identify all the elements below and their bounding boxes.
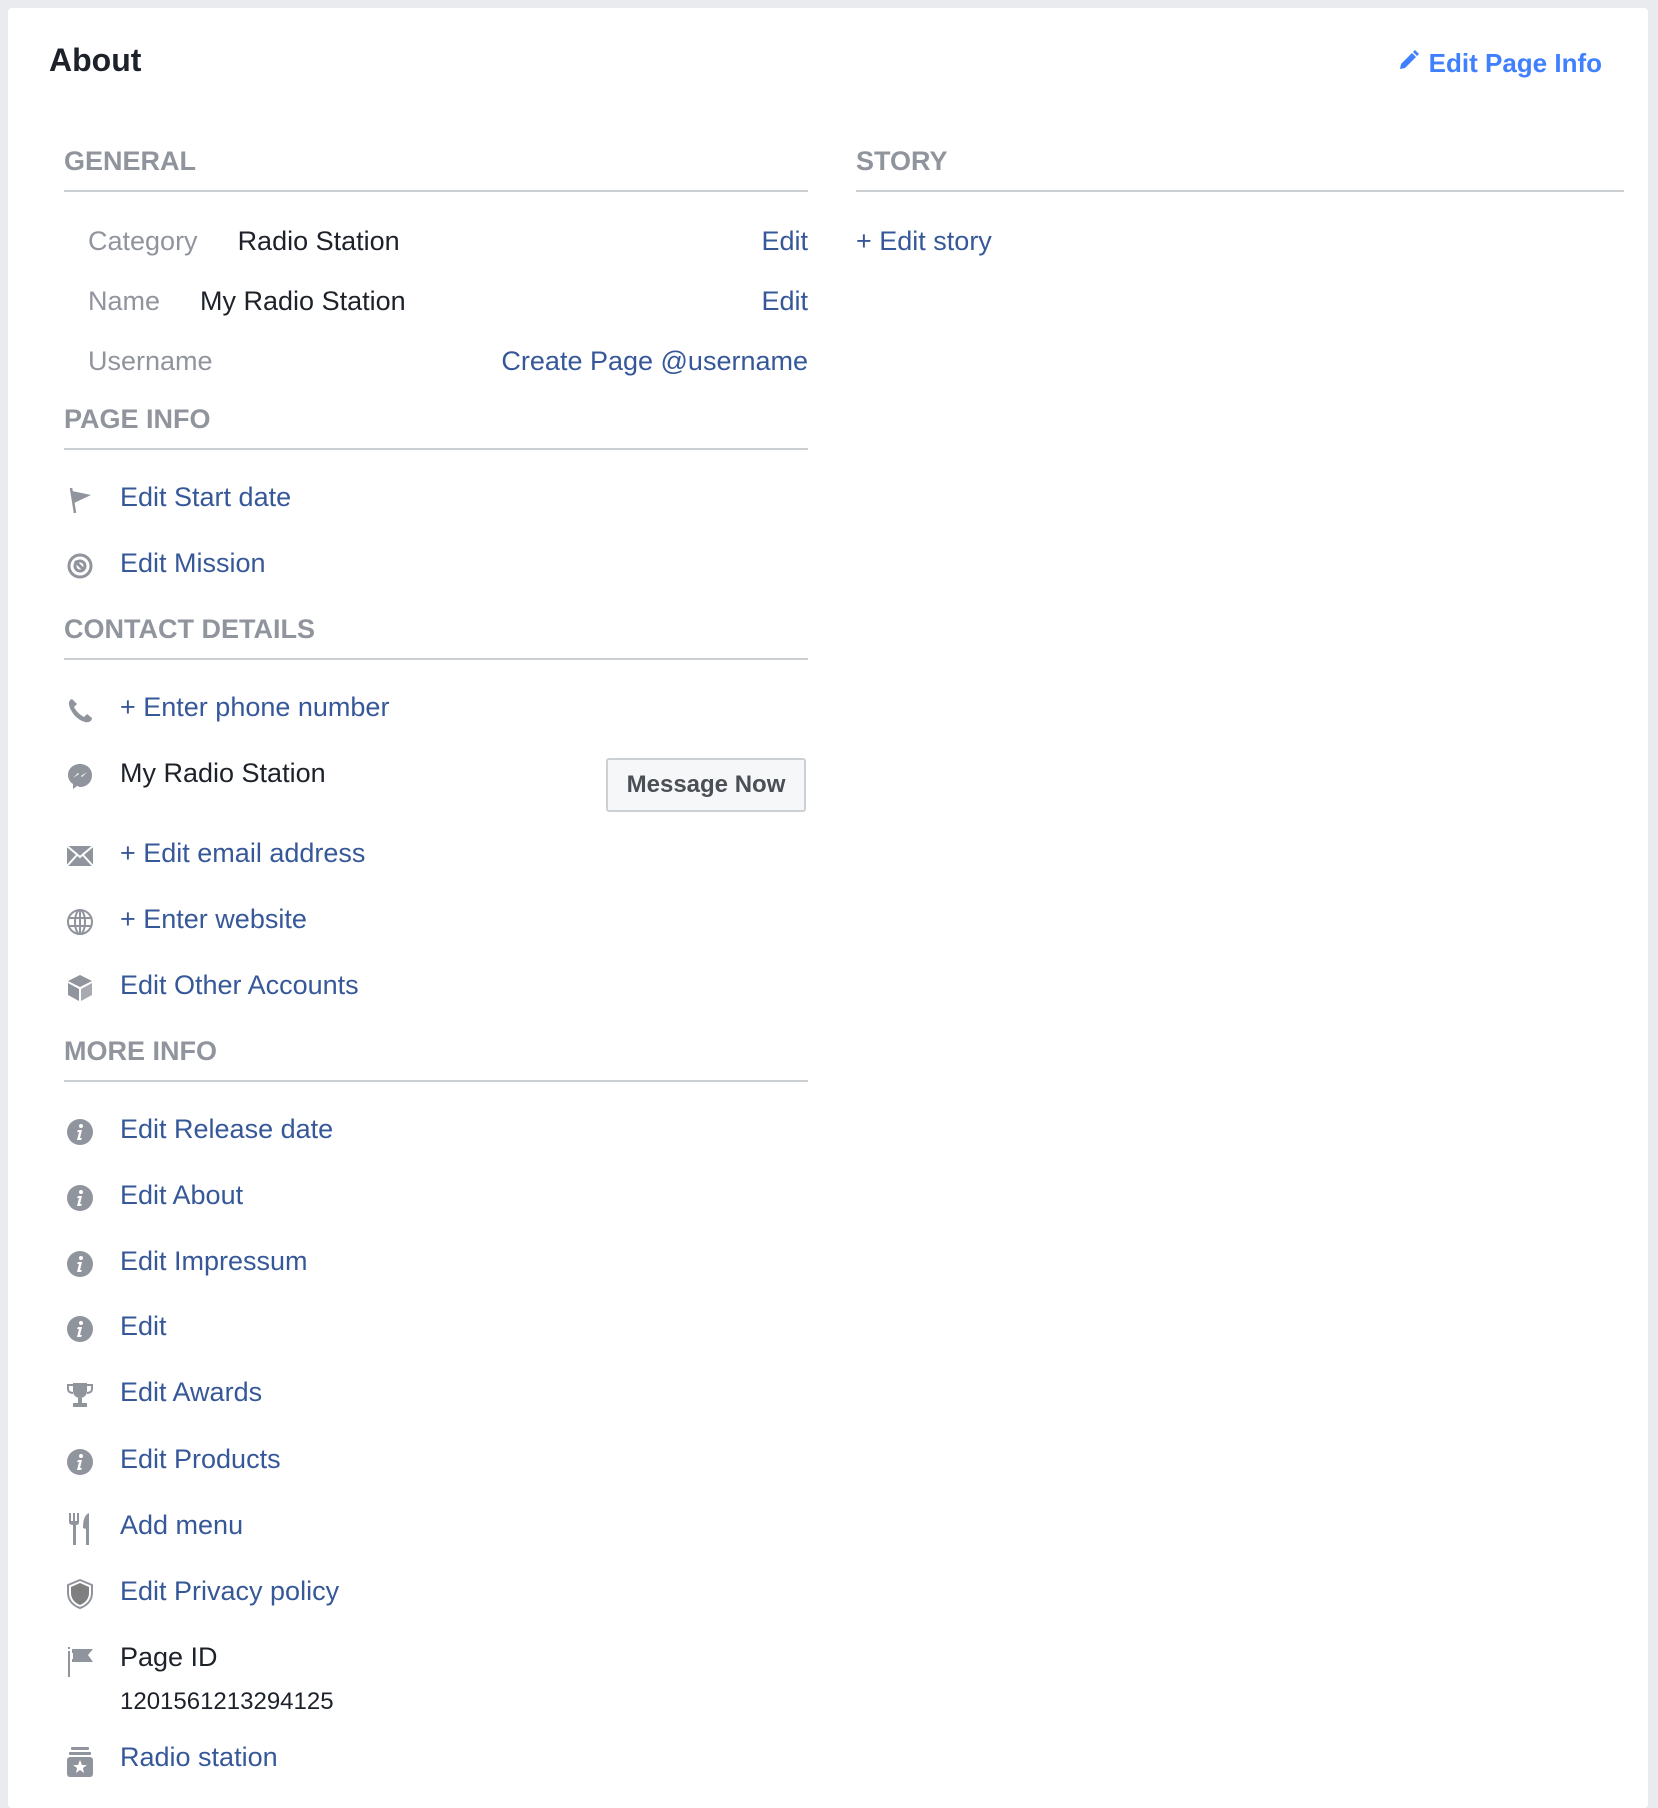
divider xyxy=(64,658,808,660)
add-menu-link[interactable]: Add menu xyxy=(120,1510,243,1541)
cube-icon xyxy=(66,974,94,1002)
edit-privacy-policy-link[interactable]: Edit Privacy policy xyxy=(120,1576,339,1607)
edit-awards-link[interactable]: Edit Awards xyxy=(120,1377,262,1408)
page-info-heading: PAGE INFO xyxy=(64,404,211,434)
shield-icon xyxy=(66,1579,94,1609)
edit-category-link[interactable]: Edit xyxy=(761,226,808,257)
flag-icon xyxy=(66,486,94,514)
page-flag-icon xyxy=(66,1644,94,1678)
divider xyxy=(64,1080,808,1082)
about-card: About Edit Page Info GENERAL Category Ra… xyxy=(8,8,1648,1808)
edit-impressum-link[interactable]: Edit Impressum xyxy=(120,1246,308,1277)
name-label: Name xyxy=(88,286,161,316)
page-id-value: 1201561213294125 xyxy=(120,1688,334,1715)
divider xyxy=(64,448,808,450)
general-heading: GENERAL xyxy=(64,146,197,176)
name-value: My Radio Station xyxy=(200,286,406,316)
edit-other-accounts-link[interactable]: Edit Other Accounts xyxy=(120,970,359,1001)
enter-phone-link[interactable]: + Enter phone number xyxy=(120,692,389,723)
messenger-name: My Radio Station xyxy=(120,758,326,788)
contact-heading: CONTACT DETAILS xyxy=(64,614,315,644)
info-icon xyxy=(66,1118,94,1146)
message-now-button[interactable]: Message Now xyxy=(606,758,806,812)
phone-icon xyxy=(66,696,94,724)
story-heading: STORY xyxy=(856,146,948,176)
category-value: Radio Station xyxy=(237,226,400,256)
edit-products-link[interactable]: Edit Products xyxy=(120,1444,281,1475)
page-id-label: Page ID xyxy=(120,1642,218,1672)
divider xyxy=(64,190,808,192)
edit-page-info-label: Edit Page Info xyxy=(1428,48,1602,78)
target-icon xyxy=(66,552,94,580)
edit-mission-link[interactable]: Edit Mission xyxy=(120,548,266,579)
envelope-icon xyxy=(66,842,94,870)
username-label: Username xyxy=(88,346,213,376)
fork-knife-icon xyxy=(66,1512,94,1546)
edit-start-date-link[interactable]: Edit Start date xyxy=(120,482,291,513)
page-title: About xyxy=(49,42,142,78)
edit-story-link[interactable]: + Edit story xyxy=(856,226,992,257)
edit-release-date-link[interactable]: Edit Release date xyxy=(120,1114,333,1145)
info-icon xyxy=(66,1448,94,1476)
trophy-icon xyxy=(66,1381,94,1409)
globe-icon xyxy=(66,908,94,936)
create-username-link[interactable]: Create Page @username xyxy=(501,346,808,377)
category-badge-icon xyxy=(66,1746,94,1778)
edit-email-link[interactable]: + Edit email address xyxy=(120,838,365,869)
info-icon xyxy=(66,1250,94,1278)
info-icon xyxy=(66,1315,94,1343)
edit-name-link[interactable]: Edit xyxy=(761,286,808,317)
info-icon xyxy=(66,1184,94,1212)
edit-link[interactable]: Edit xyxy=(120,1311,167,1342)
category-row: Category Radio Station xyxy=(88,226,400,257)
edit-page-info-link[interactable]: Edit Page Info xyxy=(1397,48,1602,79)
pencil-icon xyxy=(1397,48,1419,79)
more-info-heading: MORE INFO xyxy=(64,1036,217,1066)
name-row: Name My Radio Station xyxy=(88,286,406,317)
edit-about-link[interactable]: Edit About xyxy=(120,1180,243,1211)
username-row: Username xyxy=(88,346,213,377)
enter-website-link[interactable]: + Enter website xyxy=(120,904,307,935)
divider xyxy=(856,190,1624,192)
category-label: Category xyxy=(88,226,198,256)
radio-station-category-link[interactable]: Radio station xyxy=(120,1742,278,1773)
messenger-icon xyxy=(66,762,94,790)
